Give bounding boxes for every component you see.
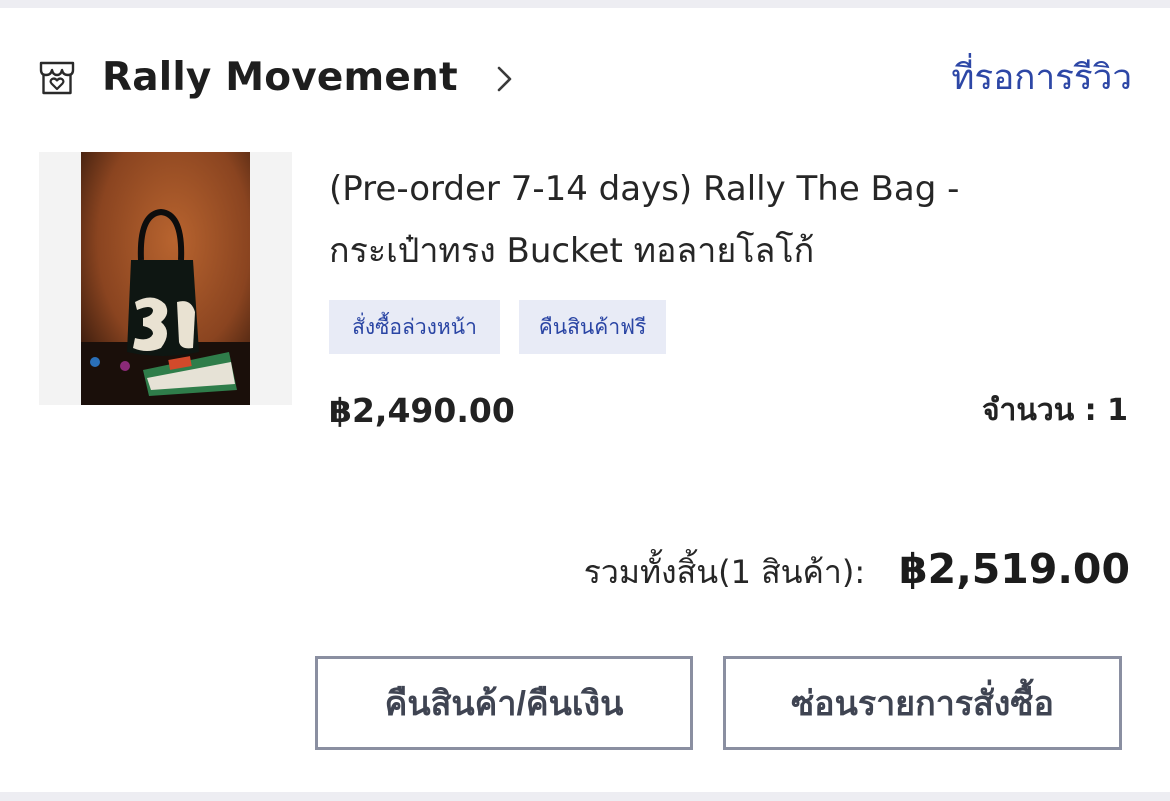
product-title-line-1: (Pre-order 7-14 days) Rally The Bag - (329, 169, 960, 209)
hide-order-button[interactable]: ซ่อนรายการสั่งซื้อ (723, 656, 1122, 750)
bottom-separator (0, 792, 1170, 801)
order-total-value: ฿2,519.00 (899, 545, 1130, 593)
chevron-right-icon[interactable] (496, 65, 514, 93)
product-title-line-2: กระเป๋าทรง Bucket ทอลายโลโก้ (329, 231, 815, 271)
refund-button[interactable]: คืนสินค้า/คืนเงิน (315, 656, 693, 750)
top-separator (0, 0, 1170, 8)
order-status-link[interactable]: ที่รอการรีวิว (951, 50, 1132, 106)
shop-name[interactable]: Rally Movement (102, 50, 458, 106)
product-price: ฿2,490.00 (329, 391, 515, 430)
shop-icon (38, 60, 76, 96)
product-quantity: จำนวน : 1 (981, 393, 1128, 428)
product-thumbnail[interactable] (39, 152, 292, 405)
shop-header[interactable]: Rally Movement ที่รอการรีวิว (38, 50, 1132, 106)
order-total-row: รวมทั้งสิ้น(1 สินค้า): ฿2,519.00 (584, 545, 1130, 601)
free-return-tag: คืนสินค้าฟรี (519, 300, 666, 354)
product-title[interactable]: (Pre-order 7-14 days) Rally The Bag - กร… (329, 158, 1129, 282)
order-total-label: รวมทั้งสิ้น(1 สินค้า): (583, 553, 866, 591)
preorder-tag: สั่งซื้อล่วงหน้า (329, 300, 500, 354)
